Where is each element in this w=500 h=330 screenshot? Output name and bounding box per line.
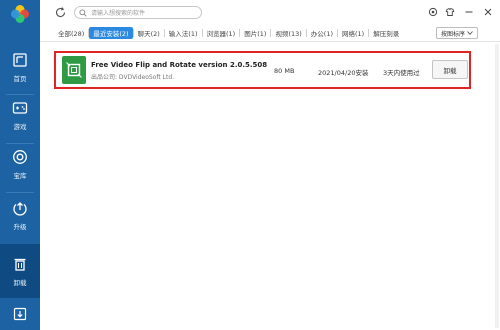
sidebar-item-home[interactable]: 首页 [0, 40, 40, 94]
app-last-used: 3天内使用过 [383, 69, 420, 77]
app-list-item[interactable]: Free Video Flip and Rotate version 2.0.5… [54, 51, 471, 89]
tab-network[interactable]: 网络(1) [338, 27, 368, 39]
sort-dropdown-label: 按图标序 [441, 30, 466, 38]
search-box [74, 6, 202, 19]
sidebar: 首页 游戏 宝库 升级 卸载 [0, 0, 40, 330]
chevron-down-icon [467, 31, 473, 35]
download-icon [13, 307, 27, 321]
tab-image[interactable]: 图片(1) [240, 27, 270, 39]
search-input[interactable] [91, 8, 199, 18]
flip-rotate-icon [66, 62, 82, 78]
sidebar-item-uninstall[interactable]: 卸载 [0, 244, 40, 298]
upgrade-icon [13, 201, 27, 216]
app-size: 80 MB [274, 67, 295, 75]
refresh-icon[interactable] [54, 6, 67, 19]
sidebar-item-treasure[interactable]: 宝库 [0, 137, 40, 191]
tab-video[interactable]: 视频(13) [271, 27, 305, 39]
app-logo-icon [11, 5, 29, 23]
tab-input-method[interactable]: 输入法(1) [165, 27, 202, 39]
category-tabs: 全部(28) 最近安装(2) 聊天(2) 输入法(1) 浏览器(1) 图片(1)… [54, 26, 500, 40]
trash-icon [14, 258, 26, 271]
home-icon [13, 52, 27, 67]
uninstall-button[interactable]: 卸载 [432, 60, 468, 79]
tab-chat[interactable]: 聊天(2) [134, 27, 164, 39]
sidebar-item-games[interactable]: 游戏 [0, 88, 40, 142]
tab-divider-line [40, 41, 500, 42]
settings-icon[interactable] [428, 7, 438, 17]
tab-recent-installs[interactable]: 最近安装(2) [89, 27, 133, 39]
gamepad-icon [12, 101, 28, 114]
tab-browser[interactable]: 浏览器(1) [203, 27, 240, 39]
sidebar-item-label: 升级 [13, 222, 27, 231]
close-icon[interactable] [483, 7, 493, 17]
sidebar-item-label: 宝库 [13, 171, 27, 180]
app-name: Free Video Flip and Rotate version 2.0.5… [91, 61, 268, 69]
scrollbar[interactable] [495, 44, 499, 328]
app-install-date: 2021/04/20安装 [318, 69, 369, 77]
top-bar [40, 0, 500, 26]
sidebar-download-button[interactable] [0, 298, 40, 330]
sidebar-item-label: 游戏 [13, 122, 27, 131]
sidebar-item-upgrade[interactable]: 升级 [0, 188, 40, 242]
sort-dropdown[interactable]: 按图标序 [436, 27, 478, 39]
search-icon [79, 9, 87, 17]
app-icon [62, 56, 86, 84]
sidebar-item-label: 卸载 [13, 278, 27, 287]
tab-compress-burn[interactable]: 解压刻录 [369, 27, 403, 39]
minimize-icon[interactable] [464, 7, 474, 17]
tab-all[interactable]: 全部(28) [54, 27, 88, 39]
tab-office[interactable]: 办公(1) [307, 27, 337, 39]
app-publisher: 出品公司: DVDVideoSoft Ltd. [91, 74, 175, 81]
treasure-icon [13, 149, 27, 164]
sidebar-item-label: 首页 [13, 74, 27, 83]
skin-icon[interactable] [445, 7, 455, 17]
